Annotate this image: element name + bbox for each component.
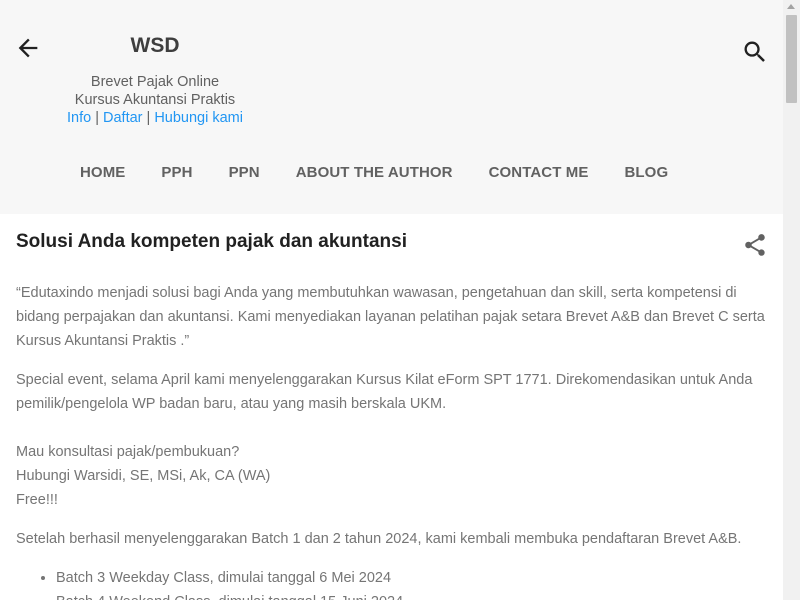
post-body: “Edutaxindo menjadi solusi bagi Anda yan…	[16, 281, 766, 600]
share-icon	[745, 234, 765, 256]
link-daftar[interactable]: Daftar	[103, 110, 143, 126]
list-item: Batch 4 Weekend Class, dimulai tanggal 1…	[56, 590, 766, 600]
post-title[interactable]: Solusi Anda kompeten pajak dan akuntansi	[16, 231, 407, 253]
scroll-up-arrow-icon[interactable]	[787, 4, 795, 9]
link-separator: |	[142, 110, 155, 126]
blog-description: Brevet Pajak Online Kursus Akuntansi Pra…	[0, 73, 310, 127]
nav-item-blog[interactable]: BLOG	[606, 164, 686, 181]
post-consult-line: Mau konsultasi pajak/pembukuan?	[16, 444, 240, 460]
list-item: Batch 3 Weekday Class, dimulai tanggal 6…	[56, 566, 766, 590]
header-links: Info | Daftar | Hubungi kami	[0, 109, 310, 127]
blog-header: WSD Brevet Pajak Online Kursus Akuntansi…	[0, 0, 783, 214]
nav-item-about-the-author[interactable]: ABOUT THE AUTHOR	[278, 164, 471, 181]
post-card: Solusi Anda kompeten pajak dan akuntansi…	[0, 214, 783, 600]
nav-item-home[interactable]: HOME	[62, 164, 143, 181]
scroll-thumb[interactable]	[786, 15, 797, 103]
nav-item-pph[interactable]: PPH	[143, 164, 210, 181]
blog-title[interactable]: WSD	[0, 34, 310, 58]
main-nav: HOME PPH PPN ABOUT THE AUTHOR CONTACT ME…	[62, 164, 686, 181]
post-consult-line: Hubungi Warsidi, SE, MSi, Ak, CA (WA)	[16, 468, 271, 484]
post-paragraph-intro: “Edutaxindo menjadi solusi bagi Anda yan…	[16, 285, 765, 349]
share-button[interactable]	[742, 232, 768, 258]
description-line: Brevet Pajak Online	[90, 74, 220, 90]
description-line: Kursus Akuntansi Praktis	[74, 92, 236, 108]
batch-list: Batch 3 Weekday Class, dimulai tanggal 6…	[16, 566, 766, 600]
nav-item-ppn[interactable]: PPN	[211, 164, 278, 181]
page: WSD Brevet Pajak Online Kursus Akuntansi…	[0, 0, 783, 600]
search-icon	[744, 41, 765, 62]
post-consult-line: Free!!!	[16, 492, 58, 508]
post-paragraph-batch-intro: Setelah berhasil menyelenggarakan Batch …	[16, 531, 742, 547]
nav-item-contact-me[interactable]: CONTACT ME	[471, 164, 607, 181]
post-paragraph-special-event: Special event, selama April kami menyele…	[16, 372, 753, 412]
link-separator: |	[91, 110, 103, 126]
link-info[interactable]: Info	[67, 110, 91, 126]
search-button[interactable]	[741, 38, 769, 66]
link-hubungi-kami[interactable]: Hubungi kami	[154, 110, 243, 126]
vertical-scrollbar[interactable]	[783, 0, 800, 600]
